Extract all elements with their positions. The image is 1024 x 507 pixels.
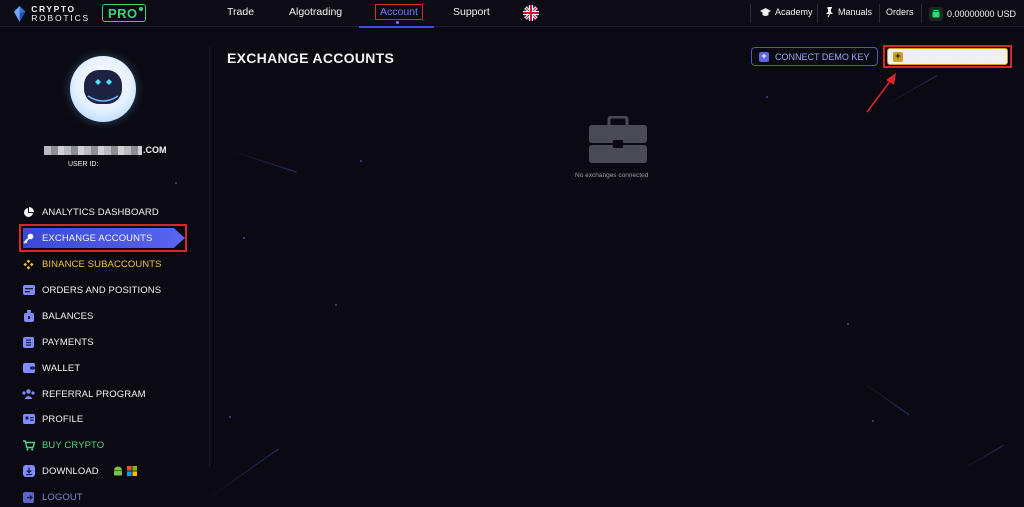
nav-account[interactable]: Account — [380, 6, 418, 18]
sidebar-divider — [209, 47, 210, 467]
background-star — [229, 416, 231, 418]
nav-algotrading[interactable]: Algotrading — [289, 6, 342, 18]
background-streak — [204, 448, 280, 501]
topbar-separator — [817, 4, 818, 23]
key-icon — [22, 232, 35, 245]
graduation-cap-icon — [760, 7, 771, 16]
background-streak — [859, 380, 910, 416]
pro-badge-label: PRO — [108, 5, 138, 21]
nav-active-underline — [359, 26, 434, 28]
top-bar: CRYPTO ROBOTICS PRO Trade Algotrading Ac… — [0, 0, 1024, 28]
background-star — [335, 304, 337, 306]
brand-line2: ROBOTICS — [31, 13, 90, 23]
manuals-link[interactable]: Manuals — [825, 7, 872, 17]
sidebar-item-download[interactable]: DOWNLOAD — [22, 460, 186, 482]
background-star — [360, 160, 362, 162]
background-star — [243, 237, 245, 239]
topbar-separator — [879, 4, 880, 23]
nav-trade[interactable]: Trade — [227, 6, 254, 18]
sidebar-item-label: WALLET — [42, 362, 81, 374]
sidebar-item-label: PROFILE — [42, 413, 84, 425]
binance-icon — [22, 258, 35, 271]
sidebar-item-wallet[interactable]: WALLET — [22, 357, 186, 379]
android-icon[interactable] — [113, 466, 123, 477]
sidebar-item-payments[interactable]: PAYMENTS — [22, 331, 186, 353]
sidebar-item-exchange-accounts[interactable]: EXCHANGE ACCOUNTS — [22, 227, 186, 249]
sidebar-item-referral-program[interactable]: REFERRAL PROGRAM — [22, 383, 186, 405]
empty-state-text: No exchanges connected — [575, 172, 649, 179]
connect-demo-key-label: CONNECT DEMO KEY — [775, 51, 870, 62]
background-star — [175, 182, 177, 184]
topbar-separator — [921, 4, 922, 23]
balance-display[interactable]: 0.00000000 USD — [929, 7, 1016, 21]
nav-active-dot — [396, 21, 399, 24]
briefcase-icon — [589, 116, 647, 163]
pro-badge-dot — [139, 7, 143, 11]
wallet-lock-icon — [929, 7, 943, 21]
sidebar-item-label: ANALYTICS DASHBOARD — [42, 206, 159, 218]
sidebar-item-orders-and-positions[interactable]: ORDERS AND POSITIONS — [22, 279, 186, 301]
background-streak — [229, 150, 297, 173]
add-new-exchange-button[interactable]: + ADD NEW EXCHANGE — [887, 48, 1008, 65]
wallet-bag-icon — [22, 310, 35, 323]
background-star — [847, 323, 849, 325]
pie-chart-icon — [22, 206, 35, 219]
academy-link[interactable]: Academy — [760, 7, 813, 17]
sidebar-item-buy-crypto[interactable]: BUY CRYPTO — [22, 434, 186, 456]
page-title: EXCHANGE ACCOUNTS — [227, 50, 395, 66]
profile-card-icon — [22, 413, 35, 426]
windows-icon[interactable] — [126, 466, 137, 476]
wallet-icon — [22, 362, 35, 375]
topbar-separator — [750, 4, 751, 23]
manuals-label: Manuals — [838, 7, 873, 17]
sidebar-item-label: PAYMENTS — [42, 336, 94, 348]
cart-icon — [22, 439, 35, 452]
pin-icon — [826, 7, 833, 17]
download-icon — [22, 465, 35, 478]
email-suffix: .COM — [143, 145, 167, 155]
pro-badge[interactable]: PRO — [102, 4, 146, 22]
sidebar-item-label: BALANCES — [42, 310, 94, 322]
robot-avatar-icon — [84, 70, 122, 104]
orders-link[interactable]: Orders — [886, 7, 914, 17]
sidebar-item-label: DOWNLOAD — [42, 465, 99, 477]
nav-support[interactable]: Support — [453, 6, 490, 18]
sidebar-item-binance-subaccounts[interactable]: BINANCE SUBACCOUNTS — [22, 253, 186, 275]
user-id-label: USER ID: — [68, 161, 99, 168]
sidebar-item-label: EXCHANGE ACCOUNTS — [42, 232, 153, 244]
sidebar-item-label: LOGOUT — [42, 491, 83, 503]
balance-value: 0.00000000 USD — [947, 9, 1017, 19]
sidebar-item-logout[interactable]: LOGOUT — [22, 486, 186, 507]
background-star — [872, 420, 874, 422]
uk-flag-icon[interactable] — [523, 5, 539, 21]
plus-icon: + — [759, 51, 769, 62]
background-streak — [959, 445, 1004, 471]
brand-logo[interactable]: CRYPTO ROBOTICS — [14, 3, 90, 25]
referral-icon — [22, 388, 35, 401]
user-email: .COM — [44, 145, 167, 155]
sidebar-item-balances[interactable]: BALANCES — [22, 305, 186, 327]
avatar[interactable] — [70, 56, 136, 122]
add-new-exchange-label: ADD NEW EXCHANGE — [909, 51, 1005, 62]
sidebar-item-label: BUY CRYPTO — [42, 439, 105, 451]
plus-icon: + — [893, 51, 903, 62]
background-star — [766, 96, 768, 98]
sidebar-item-label: BINANCE SUBACCOUNTS — [42, 258, 162, 270]
payments-icon — [22, 336, 35, 349]
crystal-logo-icon — [14, 5, 26, 23]
email-redaction — [44, 145, 142, 155]
sidebar-item-profile[interactable]: PROFILE — [22, 408, 186, 430]
sidebar-item-analytics-dashboard[interactable]: ANALYTICS DASHBOARD — [22, 201, 186, 223]
academy-label: Academy — [775, 7, 813, 17]
sidebar-item-label: ORDERS AND POSITIONS — [42, 284, 162, 296]
logout-icon — [22, 491, 35, 504]
sidebar-item-label: REFERRAL PROGRAM — [42, 388, 146, 400]
connect-demo-key-button[interactable]: + CONNECT DEMO KEY — [751, 47, 878, 66]
red-arrow-annotation — [866, 73, 896, 113]
orders-icon — [22, 284, 35, 297]
